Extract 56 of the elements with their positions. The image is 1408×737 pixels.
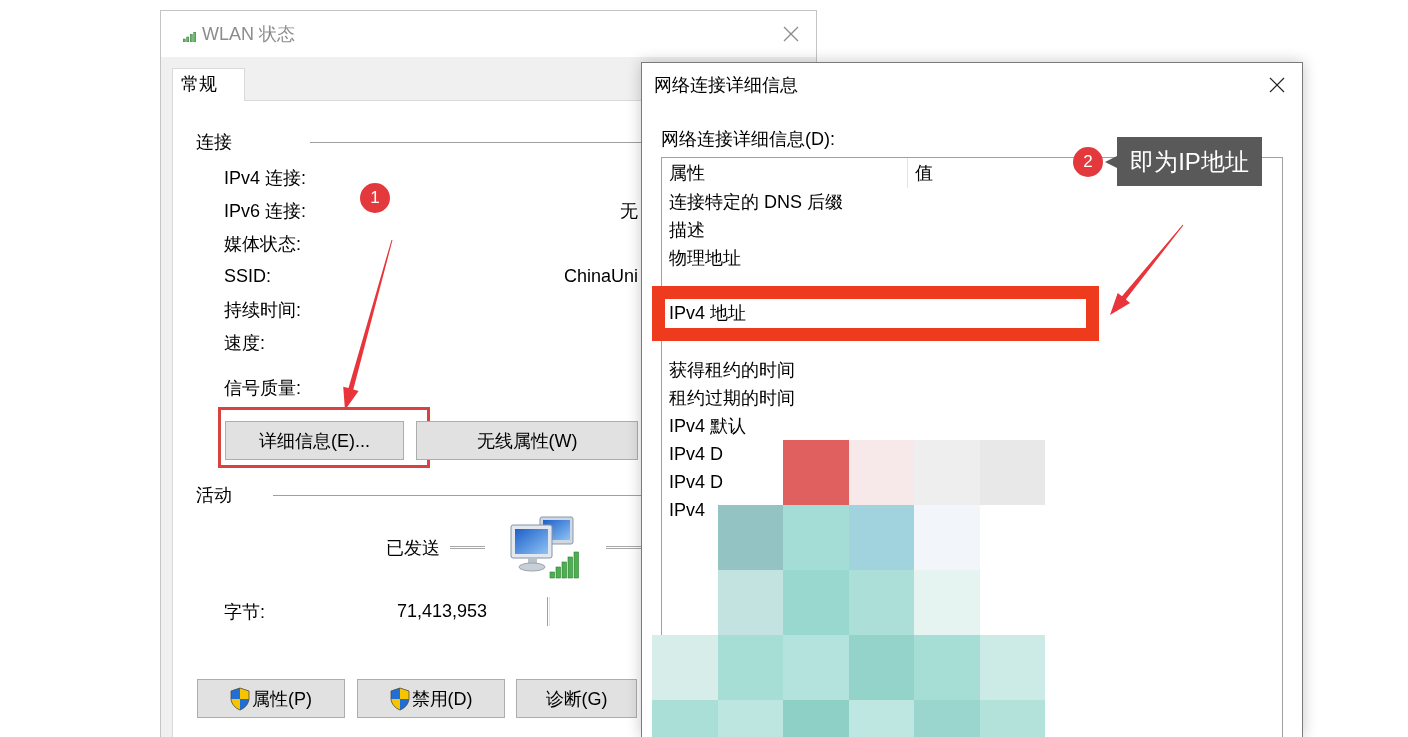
signal-bars-icon bbox=[183, 32, 196, 42]
property-label: IPv4 默认 bbox=[669, 416, 747, 436]
diagnose-button[interactable]: 诊断(G) bbox=[516, 679, 637, 718]
property-label: IPv4 D bbox=[669, 444, 724, 464]
byte-count: 71,413,953 bbox=[397, 601, 488, 621]
column-header[interactable]: 值 bbox=[908, 158, 933, 188]
field-label: 字节: bbox=[224, 601, 265, 622]
field-value: 无 bbox=[620, 199, 638, 223]
property-label: 物理地址 bbox=[669, 248, 741, 268]
property-label: IPv4 bbox=[669, 500, 706, 520]
mosaic-tile bbox=[717, 570, 783, 635]
mosaic-tile bbox=[848, 505, 914, 570]
tab[interactable]: 常规 bbox=[172, 68, 245, 101]
property-label: 连接特定的 DNS 后缀 bbox=[669, 192, 843, 212]
field-label: 持续时间: bbox=[224, 298, 301, 322]
disable-button[interactable]: 禁用(D) bbox=[357, 679, 505, 718]
field-label: 速度: bbox=[224, 331, 265, 355]
dialog-title: 网络连接详细信息 bbox=[654, 73, 798, 97]
mosaic-tile bbox=[652, 635, 718, 700]
property-label: IPv4 地址 bbox=[669, 303, 747, 323]
wireless-properties-button[interactable]: 无线属性(W) bbox=[416, 421, 638, 460]
field-label: 信号质量: bbox=[224, 376, 301, 400]
mosaic-tile bbox=[717, 505, 783, 570]
mosaic-tile bbox=[914, 635, 980, 700]
details-button[interactable]: 详细信息(E)... bbox=[225, 421, 404, 460]
close-icon[interactable] bbox=[1269, 76, 1285, 93]
list-label: 网络连接详细信息(D): bbox=[661, 128, 835, 150]
section-heading: 连接 bbox=[196, 131, 232, 154]
field-label: SSID: bbox=[224, 266, 271, 287]
properties-button[interactable]: 属性(P) bbox=[197, 679, 345, 718]
property-label: IPv4 D bbox=[669, 472, 724, 492]
mosaic-tile bbox=[914, 440, 980, 505]
field-label: 媒体状态: bbox=[224, 232, 301, 256]
mosaic-tile bbox=[848, 570, 914, 635]
window-title: WLAN 状态 bbox=[202, 23, 295, 46]
mosaic-tile bbox=[717, 635, 783, 700]
field-label: IPv6 连接: bbox=[224, 199, 307, 223]
mosaic-tile bbox=[848, 635, 914, 700]
mosaic-tile bbox=[848, 440, 914, 505]
property-label: 获得租约的时间 bbox=[669, 360, 795, 380]
property-label: 租约过期的时间 bbox=[669, 388, 795, 408]
property-label: 描述 bbox=[669, 220, 705, 240]
network-computers-icon bbox=[510, 516, 580, 579]
mosaic-tile bbox=[783, 570, 849, 635]
mosaic-tile bbox=[914, 505, 980, 570]
column-header[interactable]: 属性 bbox=[662, 158, 908, 188]
callout: 即为IP地址 bbox=[1105, 137, 1262, 186]
section-heading: 活动 bbox=[196, 484, 232, 507]
mosaic-tile bbox=[783, 440, 849, 505]
mosaic-tile bbox=[783, 505, 849, 570]
mosaic-tile bbox=[914, 570, 980, 635]
mosaic-tile bbox=[979, 635, 1045, 700]
sent-label: 已发送 bbox=[386, 536, 440, 560]
field-value: ChinaUni bbox=[563, 266, 638, 287]
field-label: IPv4 连接: bbox=[224, 166, 307, 190]
mosaic-tile bbox=[783, 635, 849, 700]
